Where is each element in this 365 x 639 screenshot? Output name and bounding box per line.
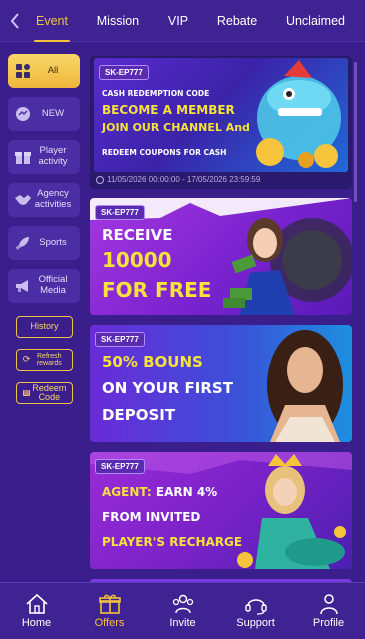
nav-home[interactable]: Home	[7, 593, 67, 629]
history-button[interactable]: History	[16, 316, 73, 338]
sidebar-item-label: All	[47, 64, 59, 76]
refresh-icon: ⟳	[22, 354, 31, 365]
banner-line3: DEPOSIT	[102, 406, 176, 424]
nav-label: Profile	[312, 617, 345, 629]
sidebar-item-player-activity[interactable]: Player activity	[8, 140, 80, 174]
sidebar-item-sports[interactable]: Sports	[8, 226, 80, 260]
promo-card-50-bonus[interactable]: SK-EP777 50% BOUNS ON YOUR FIRST DEPOSIT	[90, 325, 352, 442]
sidebar-item-label: Official Media	[38, 274, 68, 296]
banner-image: SK-EP777 CASH REDEMPTION CODE BECOME A M…	[94, 58, 348, 172]
sidebar-item-label: Player activity	[38, 145, 68, 167]
sidebar-item-label: NEW	[41, 107, 65, 119]
banner-heading: CASH REDEMPTION CODE	[102, 89, 210, 98]
megaphone-icon	[14, 277, 32, 295]
gift-icon	[14, 148, 32, 166]
sidebar-item-official-media[interactable]: Official Media	[8, 269, 80, 303]
redeem-code-button[interactable]: ▤ Redeem Code	[16, 382, 73, 404]
sidebar-item-all[interactable]: All	[8, 54, 80, 88]
sidebar-item-label: Sports	[39, 236, 67, 248]
scrollbar[interactable]	[354, 62, 357, 202]
banner-line3: FOR FREE	[102, 278, 212, 302]
tab-mission[interactable]: Mission	[91, 0, 145, 42]
banner-line2: FROM INVITED	[102, 510, 201, 524]
redeem-label: Redeem Code	[32, 382, 67, 402]
banner-line1-highlight: EARN 4%	[155, 485, 218, 499]
refresh-label: Refresh rewards	[36, 352, 62, 367]
banner-line3: PLAYER'S RECHARGE	[102, 535, 243, 549]
brand-tag: SK-EP777	[99, 65, 149, 80]
handshake-icon	[14, 191, 32, 209]
top-tab-bar: Event Mission VIP Rebate Unclaimed	[0, 0, 365, 42]
banner-line1: AGENT: EARN 4%	[102, 485, 217, 499]
clock-icon	[96, 175, 104, 184]
promo-card-cash-redemption[interactable]: SK-EP777 CASH REDEMPTION CODE BECOME A M…	[90, 56, 352, 189]
banner-line2: 10000	[102, 248, 172, 272]
sidebar-item-agency-activities[interactable]: Agency activities	[8, 183, 80, 217]
promotions-list: SK-EP777 CASH REDEMPTION CODE BECOME A M…	[88, 42, 365, 582]
banner-line2: JOIN OUR CHANNEL And	[102, 121, 250, 134]
chat-icon	[14, 105, 32, 123]
banner-line2: ON YOUR FIRST	[102, 379, 233, 397]
grid-icon	[14, 62, 32, 80]
tab-rebate[interactable]: Rebate	[211, 0, 263, 42]
brand-tag: SK-EP777	[95, 459, 145, 474]
banner-line1: BECOME A MEMBER	[102, 103, 235, 117]
nav-profile[interactable]: Profile	[299, 593, 359, 629]
rocket-icon	[14, 234, 32, 252]
nav-offers[interactable]: Offers	[80, 593, 140, 629]
brand-tag: SK-EP777	[95, 332, 145, 347]
home-icon	[25, 593, 48, 614]
ticket-icon: ▤	[22, 389, 31, 397]
nav-label: Offers	[94, 617, 125, 629]
tab-vip[interactable]: VIP	[162, 0, 194, 42]
back-button[interactable]	[0, 0, 30, 42]
nav-support[interactable]: Support	[226, 593, 286, 629]
banner-line1: 50% BOUNS	[102, 353, 203, 371]
history-label: History	[30, 321, 59, 332]
people-icon	[172, 594, 193, 614]
date-range: 11/05/2026 00:00:00 - 17/05/2026 23:59:5…	[96, 175, 260, 184]
banner-line1-prefix: AGENT:	[102, 485, 156, 499]
nav-label: Home	[21, 617, 52, 629]
date-range-text: 11/05/2026 00:00:00 - 17/05/2026 23:59:5…	[107, 175, 261, 184]
nav-invite[interactable]: Invite	[153, 593, 213, 629]
chevron-left-icon	[10, 12, 19, 29]
person-icon	[319, 594, 338, 615]
headset-icon	[244, 599, 267, 615]
category-sidebar: All NEW Player activity Agency activitie…	[0, 42, 88, 582]
brand-tag: SK-EP777	[95, 205, 145, 220]
sidebar-item-new[interactable]: NEW	[8, 97, 80, 131]
tab-event[interactable]: Event	[30, 0, 74, 42]
nav-label: Support	[236, 617, 275, 629]
nav-label: Invite	[169, 617, 196, 629]
banner-line1: RECEIVE	[102, 226, 173, 244]
sidebar-item-label: Agency activities	[34, 188, 72, 210]
promo-card-agent-earn[interactable]: SK-EP777 AGENT: EARN 4% FROM INVITED PLA…	[90, 452, 352, 569]
promo-card-receive-10000[interactable]: SK-EP777 RECEIVE 10000 FOR FREE	[90, 198, 352, 315]
refresh-rewards-button[interactable]: ⟳ Refresh rewards	[16, 349, 73, 371]
tab-unclaimed[interactable]: Unclaimed	[280, 0, 351, 42]
banner-line3: REDEEM COUPONS FOR CASH	[102, 148, 227, 157]
gift-icon	[98, 594, 121, 614]
bottom-navigation: Home Offers Invite Support Profile	[0, 582, 365, 639]
